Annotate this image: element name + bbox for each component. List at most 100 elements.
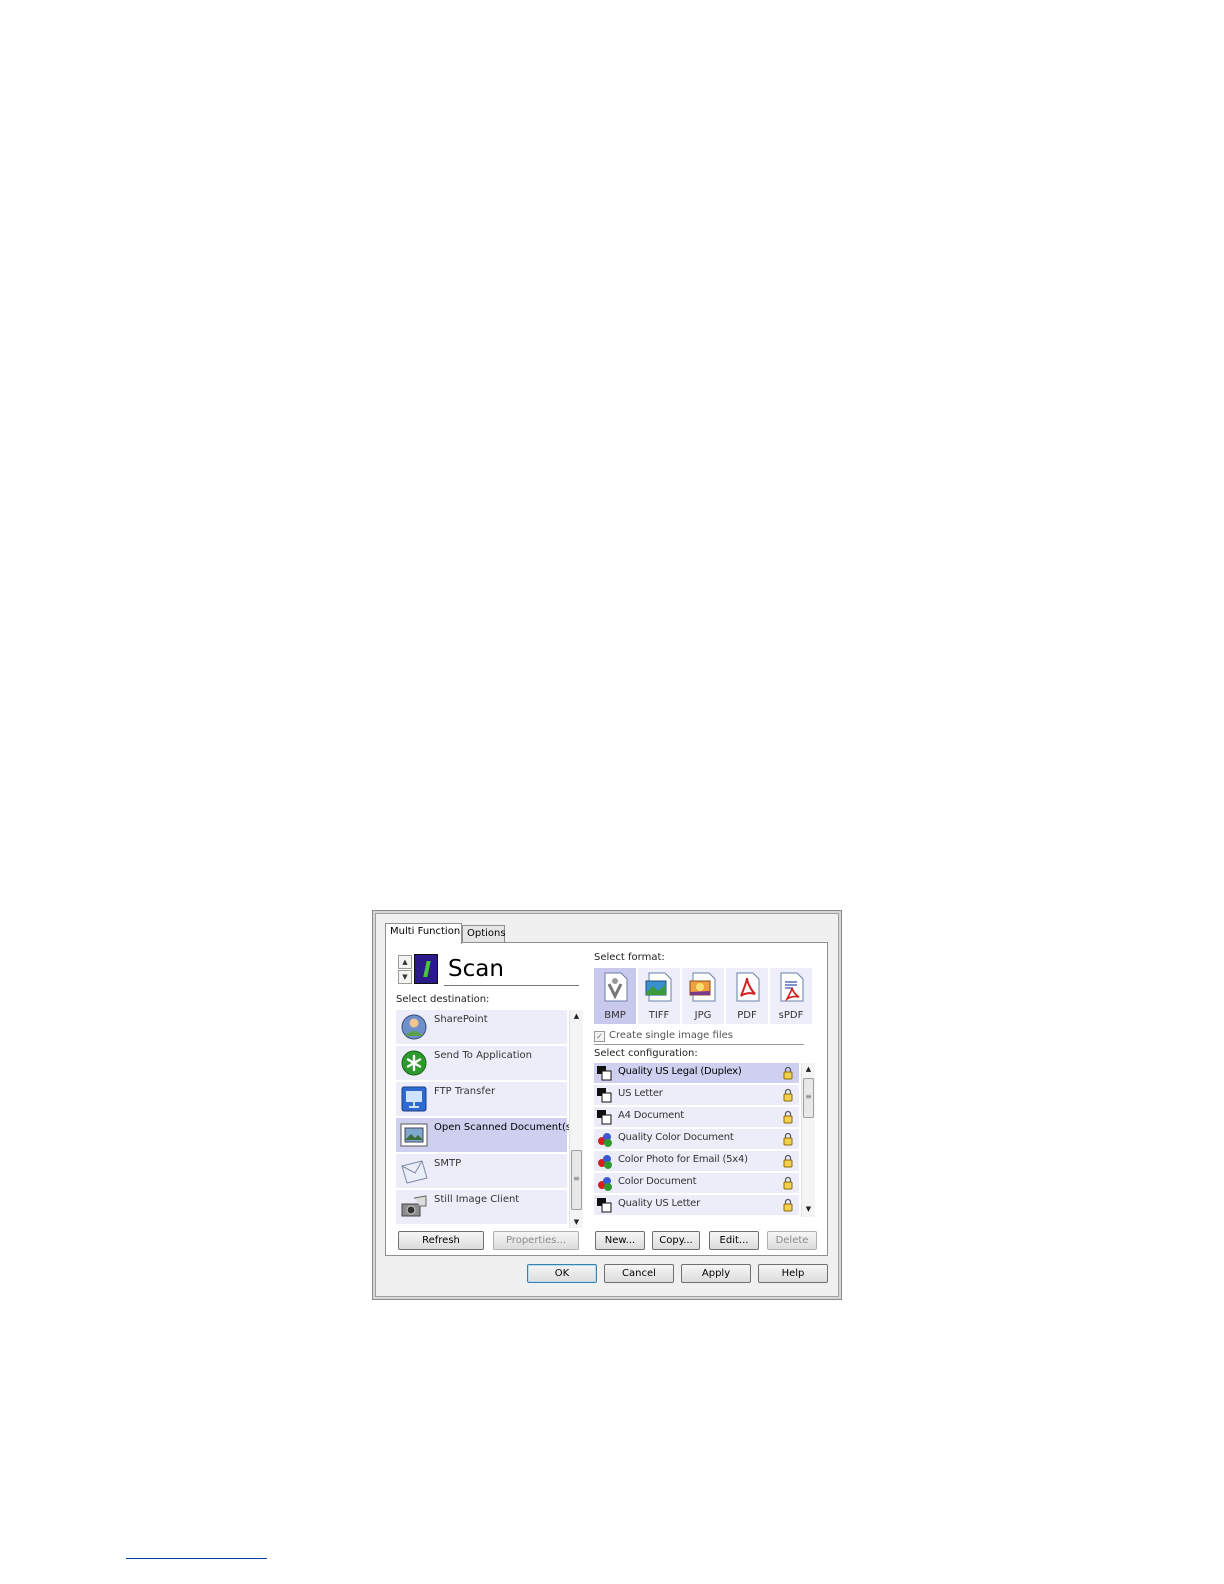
config-item-label: Color Document [618,1176,697,1187]
config-item-label: US Letter [618,1088,663,1099]
new-button[interactable]: New... [595,1231,645,1250]
open-scanned-document-icon [400,1123,428,1147]
lock-icon [783,1066,793,1080]
spin-down-icon[interactable]: ▼ [398,970,412,984]
create-single-image-files-label: Create single image files [609,1030,733,1041]
destination-item-sharepoint[interactable]: SharePoint [396,1010,567,1045]
properties-button[interactable]: Properties... [493,1231,579,1250]
apply-button[interactable]: Apply [681,1264,751,1283]
configuration-scrollbar[interactable]: ▲ ≡ ▼ [801,1063,815,1217]
lock-icon [783,1088,793,1102]
color-document-icon [598,1155,612,1169]
ftp-transfer-icon [401,1086,427,1112]
destination-item-still-image-client[interactable]: Still Image Client [396,1190,567,1225]
destination-item-ftp-transfer[interactable]: FTP Transfer [396,1082,567,1117]
still-image-client-icon [401,1195,427,1217]
destination-item-label: Still Image Client [434,1194,520,1205]
tiff-file-icon [645,972,672,1002]
destination-item-label: Open Scanned Document(s) [434,1122,576,1133]
format-tiff[interactable]: TIFF [638,968,680,1024]
create-single-image-files-checkbox[interactable]: ✓ Create single image files [594,1030,733,1042]
black-white-document-icon [597,1088,612,1103]
scan-title-rule [444,985,579,986]
color-document-icon [598,1133,612,1147]
spin-up-icon[interactable]: ▲ [398,955,412,969]
format-label: TIFF [648,1010,670,1021]
config-item-label: Quality US Letter [618,1198,701,1209]
destination-item-smtp[interactable]: SMTP [396,1154,567,1189]
spdf-file-icon [780,972,804,1002]
select-configuration-label: Select configuration: [594,1048,698,1059]
format-label: sPDF [778,1010,804,1021]
black-white-document-icon [597,1110,612,1125]
edit-button[interactable]: Edit... [709,1231,759,1250]
jpg-file-icon [689,972,716,1002]
lock-icon [783,1154,793,1168]
format-label: BMP [604,1010,626,1021]
destination-scrollbar[interactable]: ▲ ≡ ▼ [569,1010,583,1228]
config-item[interactable]: Quality US Letter [594,1195,799,1216]
destination-item-send-to-application[interactable]: Send To Application [396,1046,567,1081]
scrollbar-thumb[interactable]: ≡ [571,1150,582,1210]
properties-dialog: Multi Function Options ▲ ▼ Scan Select d… [372,910,842,1300]
destination-item-label: SharePoint [434,1014,488,1025]
scroll-up-icon[interactable]: ▲ [570,1010,583,1022]
format-bmp[interactable]: BMP [594,968,636,1024]
scan-button-icon [414,954,438,984]
tab-options[interactable]: Options [462,925,506,942]
format-selector: BMP TIFF JPG PDF sPDF [594,968,814,1026]
footnote-rule [126,1558,267,1559]
checkmark-icon[interactable]: ✓ [594,1031,605,1042]
scan-title: Scan [448,956,504,982]
black-white-document-icon [597,1198,612,1213]
scroll-down-icon[interactable]: ▼ [570,1216,583,1228]
config-item-label: Quality US Legal (Duplex) [618,1066,742,1077]
scroll-up-icon[interactable]: ▲ [802,1063,815,1075]
smtp-icon [401,1160,428,1184]
scan-spinner[interactable]: ▲ ▼ [398,955,412,985]
copy-button[interactable]: Copy... [652,1231,700,1250]
scroll-down-icon[interactable]: ▼ [802,1203,815,1215]
config-item[interactable]: Color Document [594,1173,799,1194]
delete-button[interactable]: Delete [767,1231,817,1250]
sharepoint-icon [401,1014,427,1040]
lock-icon [783,1110,793,1124]
format-divider [594,1044,804,1045]
lock-icon [783,1198,793,1212]
tab-panel: ▲ ▼ Scan Select destination: SharePoint [385,942,828,1256]
tab-multi-function[interactable]: Multi Function [385,923,462,944]
format-spdf[interactable]: sPDF [770,968,812,1024]
destination-item-open-scanned-documents[interactable]: Open Scanned Document(s) [396,1118,575,1153]
select-format-label: Select format: [594,952,665,963]
config-item-label: A4 Document [618,1110,684,1121]
destination-item-label: FTP Transfer [434,1086,496,1097]
pdf-file-icon [736,972,760,1002]
refresh-button[interactable]: Refresh [398,1231,484,1250]
lock-icon [783,1132,793,1146]
config-item[interactable]: US Letter [594,1085,799,1106]
destination-list[interactable]: SharePoint Send To Application FTP Trans… [396,1010,583,1228]
format-label: JPG [694,1010,712,1021]
destination-item-label: Send To Application [434,1050,532,1061]
select-destination-label: Select destination: [396,994,490,1005]
configuration-list[interactable]: Quality US Legal (Duplex) US Letter A4 D… [594,1063,816,1217]
send-to-application-icon [401,1050,427,1076]
format-jpg[interactable]: JPG [682,968,724,1024]
lock-icon [783,1176,793,1190]
help-button[interactable]: Help [758,1264,828,1283]
color-document-icon [598,1177,612,1191]
black-white-document-icon [597,1066,612,1081]
config-item[interactable]: Quality Color Document [594,1129,799,1150]
config-item[interactable]: A4 Document [594,1107,799,1128]
bmp-file-icon [604,972,628,1002]
config-item-label: Color Photo for Email (5x4) [618,1154,748,1165]
ok-button[interactable]: OK [527,1264,597,1283]
scrollbar-thumb[interactable]: ≡ [803,1078,814,1118]
destination-item-label: SMTP [434,1158,462,1169]
config-item[interactable]: Quality US Legal (Duplex) [594,1063,799,1084]
config-item-label: Quality Color Document [618,1132,734,1143]
config-item[interactable]: Color Photo for Email (5x4) [594,1151,799,1172]
format-pdf[interactable]: PDF [726,968,768,1024]
cancel-button[interactable]: Cancel [604,1264,674,1283]
format-label: PDF [737,1010,757,1021]
